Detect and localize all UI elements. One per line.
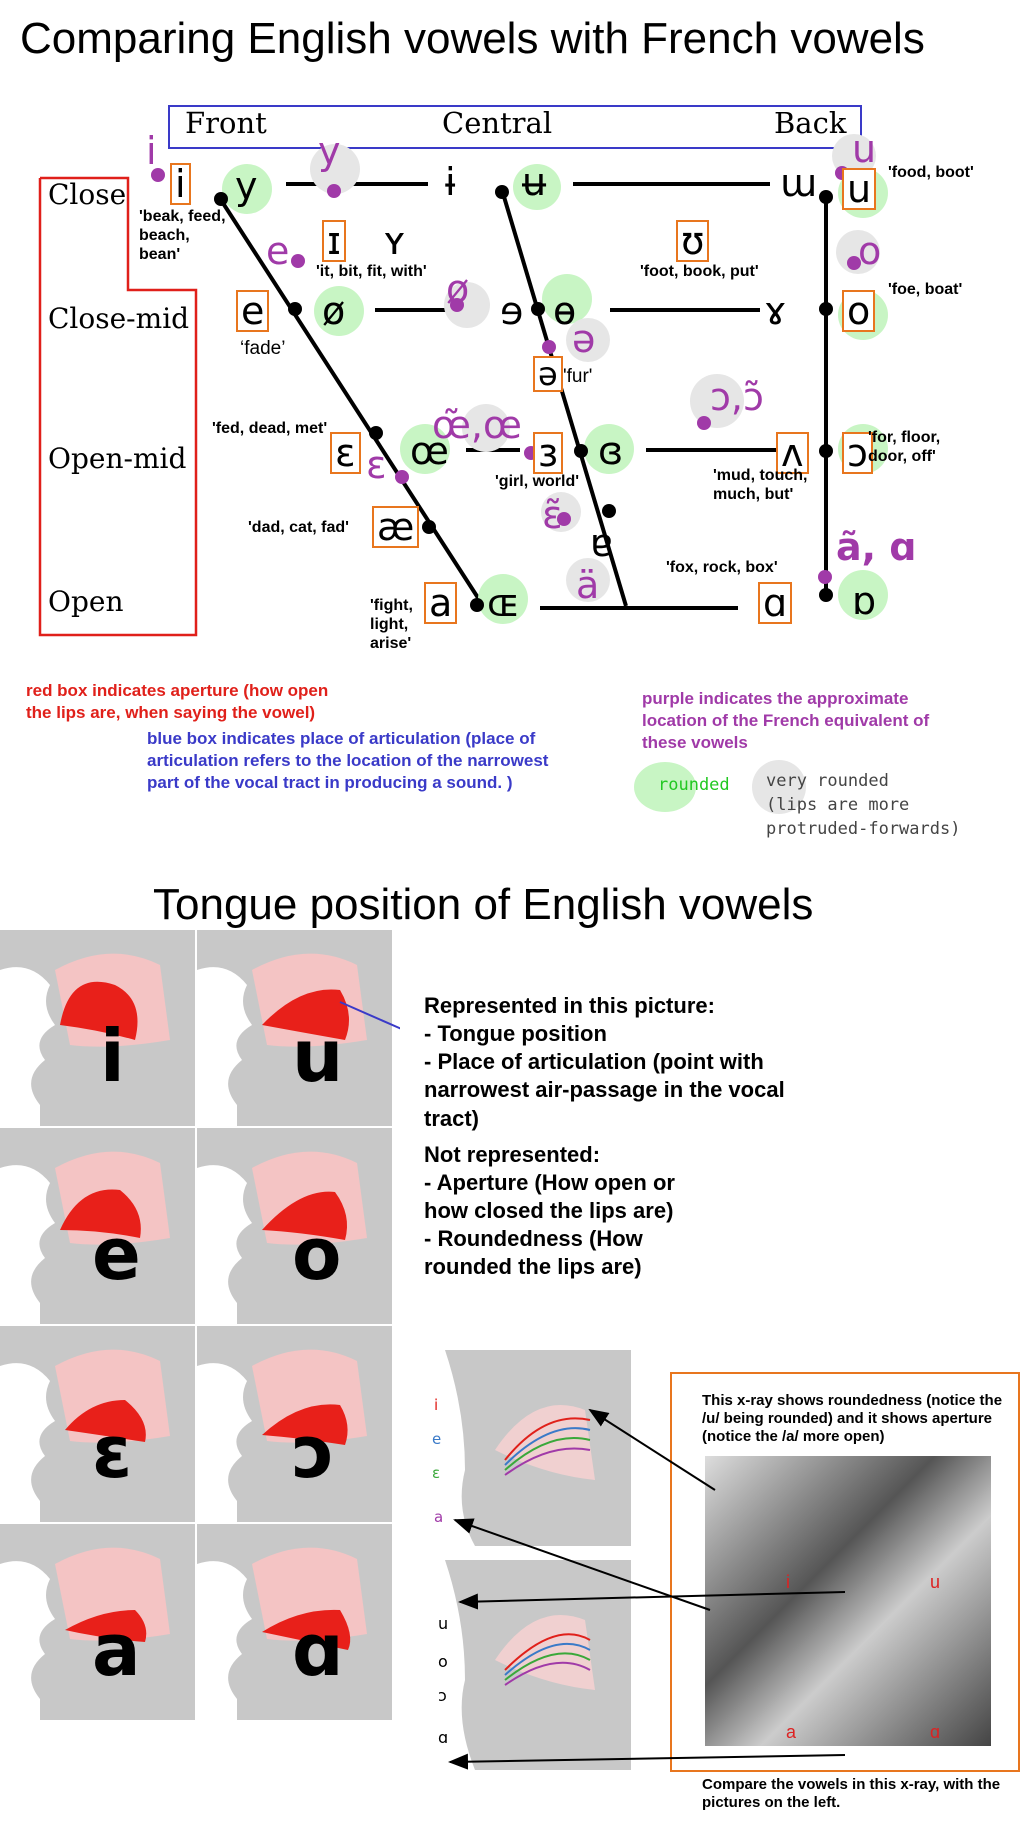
vowel-barred-u: ʉ <box>522 160 547 204</box>
vowel-turned-a: ɐ <box>590 521 613 565</box>
french-epsilon-nasal: ɛ̃ <box>542 493 563 537</box>
connector-arrows <box>448 1408 846 1770</box>
french-oe-nasal: œ̃,œ <box>432 403 522 447</box>
vowel-dot <box>819 302 833 316</box>
vowel-dot <box>819 190 833 204</box>
aperture-close-mid: Close-mid <box>48 302 190 335</box>
french-dot <box>291 254 305 268</box>
represented-item-1: - Tongue position <box>424 1021 607 1047</box>
example-schwa: 'fur' <box>563 366 593 387</box>
vowel-dot <box>369 426 383 440</box>
vowel-i: i <box>170 163 191 205</box>
aperture-open: Open <box>48 585 124 618</box>
tongue-letter-grid: i u e o ɛ ɔ a ɑ <box>0 930 400 1720</box>
note-purple: purple indicates the approximate locatio… <box>642 689 930 753</box>
french-u: u <box>852 127 877 171</box>
tongue-letter-i: i <box>100 1014 125 1098</box>
vowel-closed-rev-epsilon: ɞ <box>598 429 624 473</box>
french-dot <box>542 340 556 354</box>
french-dot <box>395 470 409 484</box>
tongue-letter-open-o: ɔ <box>292 1410 335 1494</box>
example-e: ‘fade’ <box>240 338 286 359</box>
represented-item-2: - Place of articulation (point with narr… <box>424 1049 785 1131</box>
tongue-letter-u: u <box>292 1014 344 1098</box>
example-epsilon: 'fed, dead, met' <box>212 420 328 437</box>
not-represented-item-2: - Roundedness (How rounded the lips are) <box>424 1226 643 1280</box>
tongue-title: Tongue position of English vowels <box>153 880 814 929</box>
vowel-a: a <box>424 582 458 624</box>
tongue-letter-e: e <box>92 1212 141 1296</box>
vowel-cap-y: ʏ <box>383 219 407 263</box>
vowel-rams-horn: ɤ <box>764 289 787 333</box>
french-a-nasal: ã, ɑ <box>836 525 917 569</box>
legend-rounded: rounded <box>658 775 730 795</box>
french-schwa: ə <box>572 317 596 361</box>
example-turned-v: 'mud, touch, much, but' <box>713 467 808 504</box>
french-dot <box>327 184 341 198</box>
vowel-dot <box>495 185 509 199</box>
vowel-turned-script-a: ɒ <box>852 579 877 623</box>
example-rev-epsilon: 'girl, world' <box>495 473 580 490</box>
french-e: e <box>266 229 290 273</box>
example-ae: 'dad, cat, fad' <box>248 519 349 536</box>
vowel-e: e <box>236 290 270 332</box>
tongue-letter-a: a <box>92 1608 141 1692</box>
note-red-box: red box indicates aperture (how open the… <box>26 681 329 723</box>
example-o: 'foe, boat' <box>888 281 963 298</box>
vowel-dot <box>819 588 833 602</box>
example-script-a: 'fox, rock, box' <box>666 559 778 576</box>
vowel-cap-i: ɪ <box>322 220 347 262</box>
vowel-dot <box>470 598 484 612</box>
aperture-open-mid: Open-mid <box>48 442 187 475</box>
vowel-o-slash: ø <box>322 289 346 333</box>
vowel-cap-oe: ɶ <box>487 581 520 625</box>
example-cap-i: 'it, bit, fit, with' <box>316 263 427 280</box>
example-u: 'food, boot' <box>888 164 974 181</box>
vowel-dot <box>288 302 302 316</box>
french-open-o-nasal: ɔ,ɔ̃ <box>710 375 764 419</box>
french-i: i <box>146 129 157 173</box>
vowel-rev-epsilon: ɜ <box>533 432 564 474</box>
french-dot <box>697 416 711 430</box>
represented-heading: Represented in this picture: <box>424 993 715 1018</box>
not-represented-item-1: - Aperture (How open or how closed the l… <box>424 1169 675 1224</box>
vowel-turned-m: ɯ <box>780 161 818 205</box>
vowel-dot <box>422 520 436 534</box>
french-dot <box>818 570 832 584</box>
example-upsilon: 'foot, book, put' <box>640 263 759 280</box>
vowel-dot <box>531 302 545 316</box>
vowel-dot <box>819 444 833 458</box>
french-y: y <box>318 129 341 173</box>
vowel-ae: æ <box>372 506 420 548</box>
tongue-letter-script-a: ɑ <box>292 1608 344 1692</box>
vowel-u: u <box>842 168 877 210</box>
not-represented-heading: Not represented: <box>424 1141 601 1167</box>
vowel-o: o <box>842 290 876 332</box>
example-i: 'beak, feed, beach, bean' <box>139 208 226 264</box>
tongue-letter-epsilon: ɛ <box>92 1410 133 1494</box>
vowel-y: y <box>235 164 258 208</box>
vowel-epsilon: ɛ <box>330 432 361 474</box>
vowel-barred-i: ɨ <box>445 160 456 204</box>
front-edge-line <box>219 198 484 606</box>
example-open-o: 'for, floor, door, off' <box>868 429 941 466</box>
french-a-uml: ä <box>576 563 600 607</box>
example-a: 'fight, light, arise' <box>370 597 413 653</box>
vowel-dot <box>574 444 588 458</box>
vowel-dot <box>214 192 228 206</box>
vowel-rev-e: ɘ <box>500 289 524 333</box>
vowel-dot <box>602 504 616 518</box>
note-blue-box: blue box indicates place of articulation… <box>147 729 549 793</box>
aperture-close: Close <box>48 178 127 211</box>
vowel-upsilon: ʊ <box>676 220 710 262</box>
french-o-slash: ø <box>446 267 470 311</box>
xray-footer: Compare the vowels in this x-ray, with t… <box>702 1776 1001 1811</box>
represented-block: Represented in this picture: - Tongue po… <box>424 992 844 1282</box>
vowel-schwa: ə <box>533 356 563 392</box>
french-o: o <box>858 229 882 273</box>
french-epsilon: ɛ <box>366 443 387 487</box>
tongue-letter-o: o <box>292 1212 342 1296</box>
legend-very-rounded: very rounded (lips are more protruded-fo… <box>766 771 961 839</box>
vowel-script-a: ɑ <box>758 582 793 624</box>
